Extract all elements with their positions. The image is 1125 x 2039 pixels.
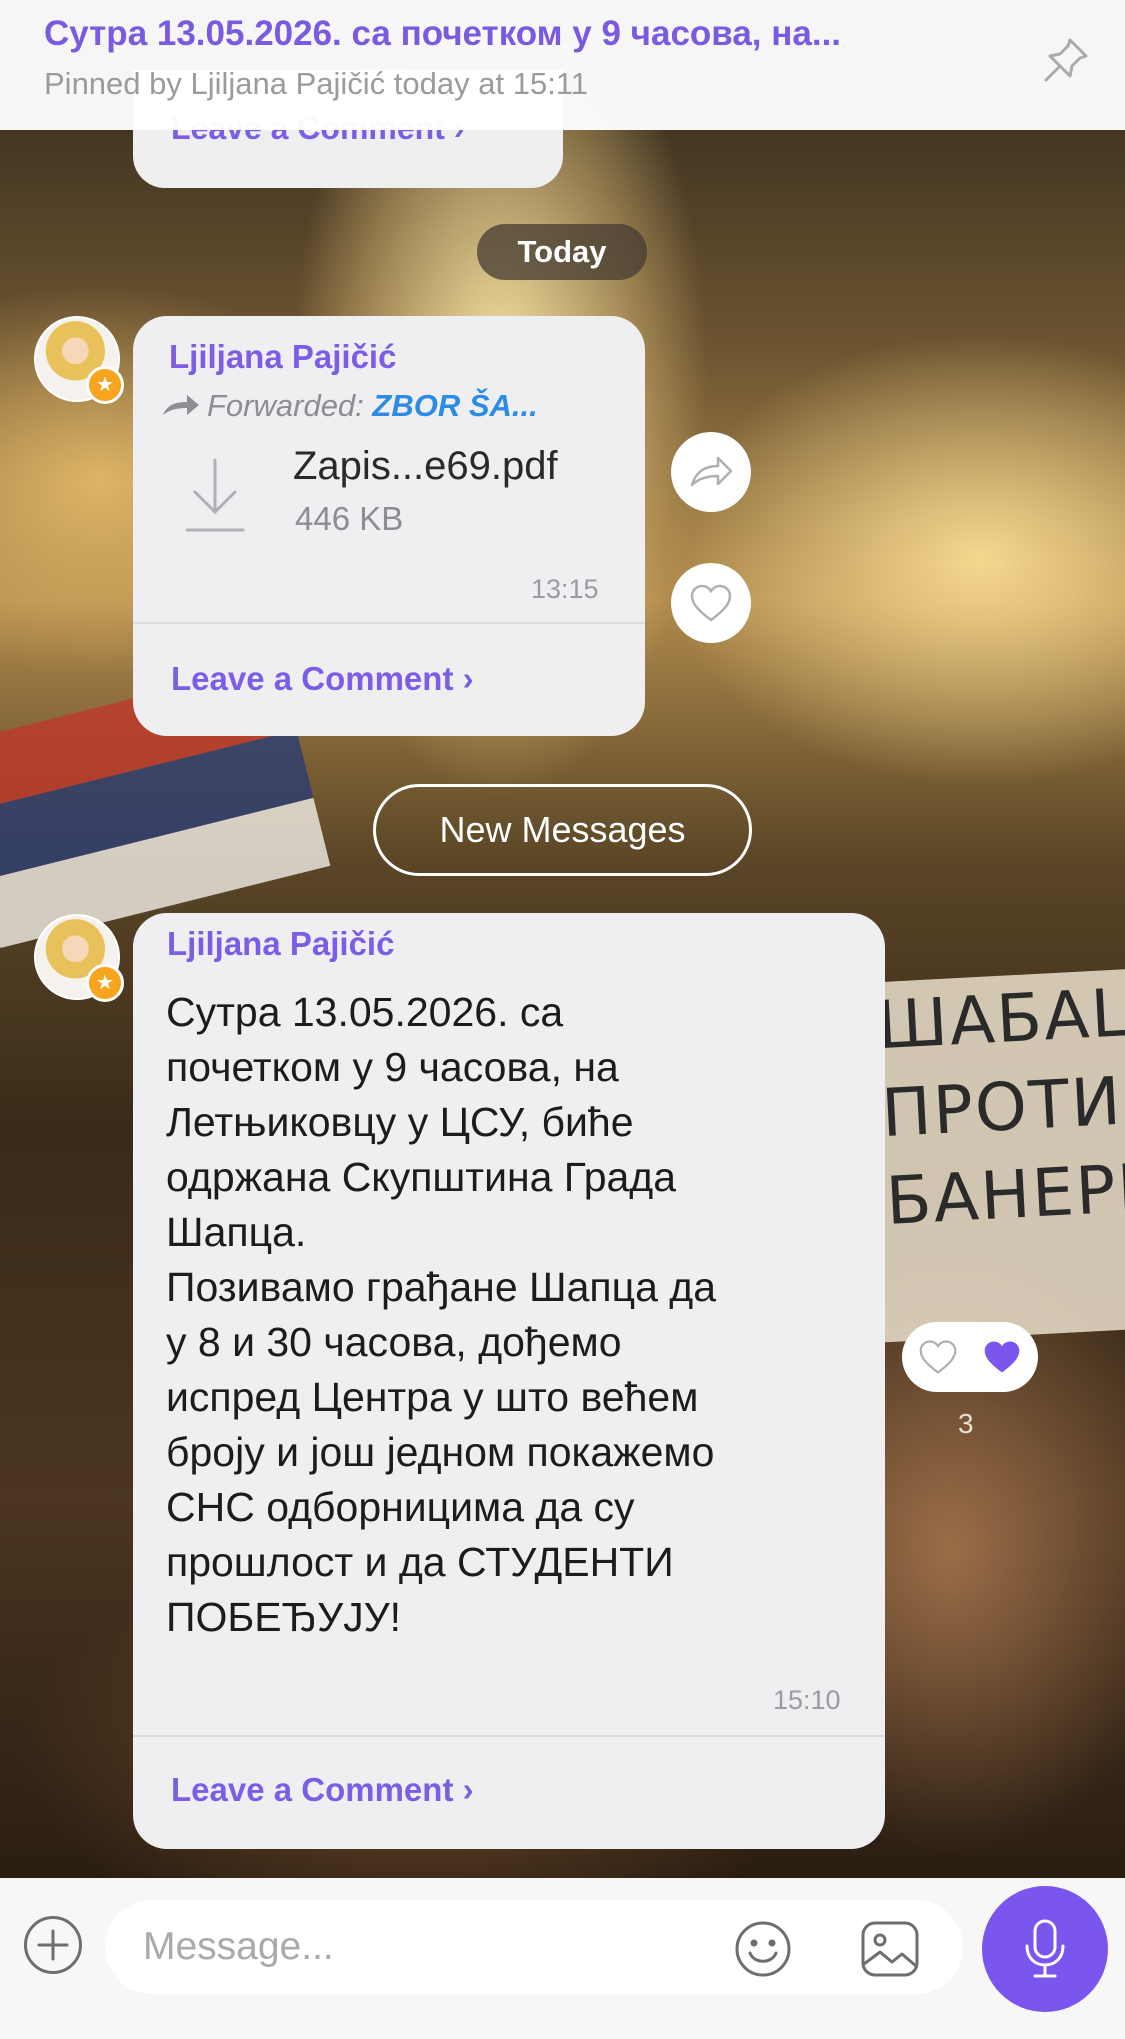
forwarded-prefix: Forwarded: xyxy=(207,388,364,423)
sender-name[interactable]: Ljiljana Pajičić xyxy=(169,338,396,376)
share-button[interactable] xyxy=(671,432,751,512)
forwarded-label: Forwarded: ZBOR ŠA... xyxy=(161,388,538,424)
message-input[interactable] xyxy=(105,1900,963,1994)
admin-star-icon: ★ xyxy=(86,964,124,1002)
sender-name[interactable]: Ljiljana Pajičić xyxy=(167,925,394,963)
pinned-message-banner[interactable]: Сутра 13.05.2026. са почетком у 9 часова… xyxy=(0,0,1125,130)
banner-line-3: БАНЕРИ xyxy=(884,1148,1125,1241)
text-message-bubble[interactable]: Ljiljana Pajičić Сутра 13.05.2026. са по… xyxy=(133,913,885,1849)
background-banner: ШАБАЦ ПРОТИВ БАНЕРИ xyxy=(860,967,1125,1343)
message-input-bar xyxy=(0,1878,1125,2039)
message-time: 13:15 xyxy=(531,574,599,604)
reaction-count: 3 xyxy=(958,1408,974,1439)
attach-button[interactable] xyxy=(24,1916,82,1974)
avatar[interactable]: ★ xyxy=(34,914,124,1002)
reactions-bar[interactable] xyxy=(902,1322,1038,1392)
pin-icon[interactable] xyxy=(1040,34,1092,86)
divider xyxy=(133,622,645,624)
emoji-icon[interactable] xyxy=(734,1920,792,1978)
date-separator: Today xyxy=(477,224,647,280)
sticker-icon[interactable] xyxy=(860,1920,920,1978)
heart-icon xyxy=(690,584,732,622)
admin-star-icon: ★ xyxy=(86,366,124,404)
banner-line-2: ПРОТИВ xyxy=(879,1060,1125,1153)
pinned-message-text: Сутра 13.05.2026. са почетком у 9 часова… xyxy=(44,14,842,53)
download-icon[interactable] xyxy=(183,456,247,536)
avatar[interactable]: ★ xyxy=(34,316,124,404)
file-name[interactable]: Zapis...e69.pdf xyxy=(293,444,558,489)
filled-heart-icon[interactable] xyxy=(982,1338,1022,1376)
like-button[interactable] xyxy=(671,563,751,643)
leave-comment-link[interactable]: Leave a Comment › xyxy=(171,1771,474,1809)
banner-line-1: ШАБАЦ xyxy=(875,973,1125,1065)
plus-icon xyxy=(37,1929,69,1961)
pinned-by-label: Pinned by Ljiljana Pajičić today at 15:1… xyxy=(44,66,588,101)
share-icon xyxy=(690,456,733,487)
forward-arrow-icon xyxy=(163,395,199,415)
forwarded-source-link[interactable]: ZBOR ŠA... xyxy=(372,388,537,423)
heart-icon[interactable] xyxy=(918,1338,958,1376)
file-message-bubble[interactable]: Ljiljana Pajičić Forwarded: ZBOR ŠA... Z… xyxy=(133,316,645,736)
message-body: Сутра 13.05.2026. са почетком у 9 часова… xyxy=(166,989,716,1640)
voice-record-button[interactable] xyxy=(982,1886,1108,2012)
leave-comment-link[interactable]: Leave a Comment › xyxy=(171,660,474,698)
mic-icon xyxy=(1025,1919,1065,1978)
divider xyxy=(133,1735,885,1737)
message-time: 15:10 xyxy=(773,1685,841,1715)
file-size: 446 KB xyxy=(295,500,404,537)
new-messages-separator: New Messages xyxy=(373,784,752,876)
